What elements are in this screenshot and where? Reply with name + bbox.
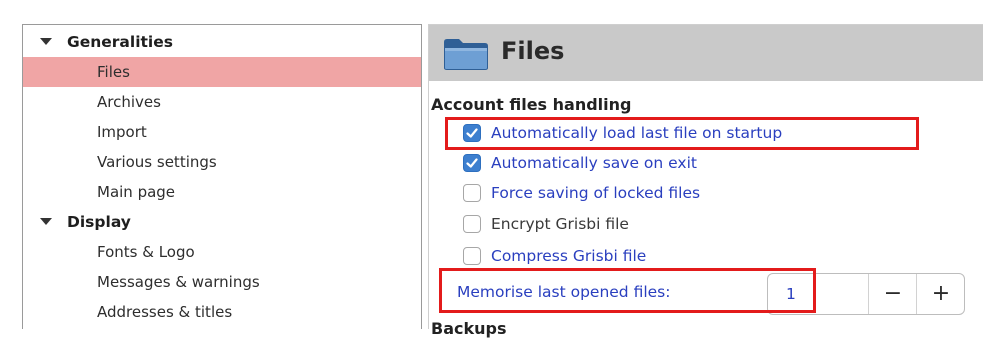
tree-item-fonts-logo[interactable]: Fonts & Logo <box>23 237 421 267</box>
preferences-page: Files Account files handling Automatical… <box>428 24 983 338</box>
page-title: Files <box>501 37 565 65</box>
tree-group-label: Generalities <box>67 33 173 51</box>
checkbox-checked-icon[interactable] <box>463 154 481 172</box>
page-banner: Files <box>429 25 983 81</box>
tree-item-label: Archives <box>97 93 161 111</box>
increment-button[interactable]: + <box>916 274 965 314</box>
tree-item-label: Main page <box>97 183 176 201</box>
tree-group-display[interactable]: Display <box>23 207 421 237</box>
checkbox-label: Force saving of locked files <box>491 184 701 202</box>
tree-item-files[interactable]: Files <box>23 57 421 87</box>
tree-item-label: Import <box>97 123 147 141</box>
checkbox-unchecked-icon[interactable] <box>463 184 481 202</box>
tree-item-import[interactable]: Import <box>23 117 421 147</box>
tree-group-label: Display <box>67 213 131 231</box>
highlight-box <box>439 268 816 313</box>
checkbox-label: Automatically save on exit <box>491 154 697 172</box>
checkbox-unchecked-icon[interactable] <box>463 247 481 265</box>
tree-item-label: Messages & warnings <box>97 273 260 291</box>
section-title: Account files handling <box>431 95 632 114</box>
checkbox-label: Encrypt Grisbi file <box>491 215 629 233</box>
tree-item-addresses-titles[interactable]: Addresses & titles <box>23 297 421 327</box>
tree-item-label: Fonts & Logo <box>97 243 195 261</box>
highlight-box <box>445 117 919 150</box>
expander-down-icon[interactable] <box>39 207 53 237</box>
tree-item-label: Various settings <box>97 153 217 171</box>
checkbox-label: Compress Grisbi file <box>491 247 647 265</box>
tree-group-generalities[interactable]: Generalities <box>23 27 421 57</box>
tree-item-label: Files <box>97 63 130 81</box>
tree-item-main-page[interactable]: Main page <box>23 177 421 207</box>
decrement-button[interactable]: − <box>868 274 917 314</box>
tree-item-various-settings[interactable]: Various settings <box>23 147 421 177</box>
preferences-tree: Generalities Files Archives Import Vario… <box>22 24 422 329</box>
expander-down-icon[interactable] <box>39 27 53 57</box>
checkbox-unchecked-icon[interactable] <box>463 215 481 233</box>
tree-item-label: Addresses & titles <box>97 303 233 321</box>
backups-section-title: Backups <box>431 319 507 338</box>
folder-icon <box>443 37 489 75</box>
tree-item-archives[interactable]: Archives <box>23 87 421 117</box>
tree-item-messages-warnings[interactable]: Messages & warnings <box>23 267 421 297</box>
